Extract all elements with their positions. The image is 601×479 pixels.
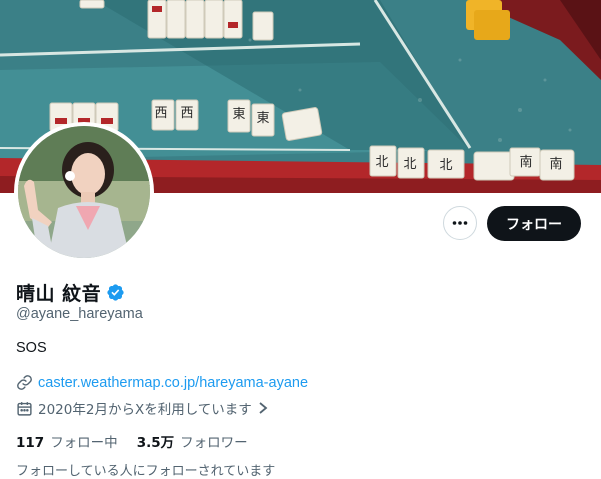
svg-text:東: 東 xyxy=(256,110,269,126)
more-options-button[interactable] xyxy=(443,206,477,240)
name-row: 晴山 紋音 xyxy=(16,279,125,306)
profile-bio: SOS xyxy=(16,340,47,356)
followers-label: フォロワー xyxy=(180,435,248,451)
svg-text:西: 西 xyxy=(180,106,193,121)
following-label: フォロー中 xyxy=(50,435,118,451)
svg-text:北: 北 xyxy=(403,157,416,172)
followers-link[interactable]: 3.5万 フォロワー xyxy=(137,431,248,451)
follow-button[interactable]: フォロー xyxy=(487,206,581,241)
svg-text:南: 南 xyxy=(549,156,562,172)
chevron-right-icon xyxy=(258,401,268,415)
followers-count: 3.5万 xyxy=(136,435,175,451)
website-row: caster.weathermap.co.jp/hareyama-ayane xyxy=(16,374,308,391)
follow-stats: 117 フォロー中 3.5万 フォロワー xyxy=(16,431,267,451)
joined-row[interactable]: 2020年2月からXを利用しています xyxy=(16,398,268,418)
svg-text:西: 西 xyxy=(154,106,167,121)
joined-date: 2020年2月からXを利用しています xyxy=(38,402,252,418)
calendar-icon xyxy=(16,400,33,417)
website-link[interactable]: caster.weathermap.co.jp/hareyama-ayane xyxy=(38,375,308,391)
more-horizontal-icon xyxy=(452,221,468,225)
svg-text:東: 東 xyxy=(232,106,245,122)
display-name: 晴山 紋音 xyxy=(16,283,102,305)
profile-avatar[interactable] xyxy=(14,122,154,262)
svg-text:南: 南 xyxy=(519,154,532,170)
link-icon xyxy=(16,374,33,391)
followed-by-text[interactable]: フォローしている人にフォローされています xyxy=(16,460,275,479)
following-link[interactable]: 117 フォロー中 xyxy=(16,431,118,451)
svg-text:北: 北 xyxy=(375,155,388,170)
following-count: 117 xyxy=(16,435,45,451)
svg-text:北: 北 xyxy=(439,158,452,173)
verified-badge-icon[interactable] xyxy=(106,283,125,302)
user-handle: @ayane_hareyama xyxy=(16,306,143,322)
